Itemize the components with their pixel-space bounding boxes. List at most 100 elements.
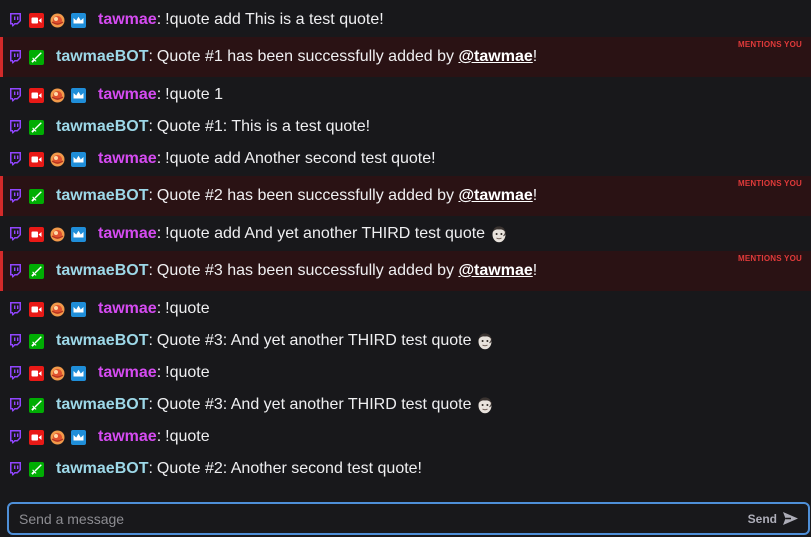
twitch-icon[interactable]	[8, 120, 23, 135]
username[interactable]: tawmaeBOT	[56, 118, 148, 136]
broadcaster-icon[interactable]	[29, 226, 44, 242]
username[interactable]: tawmae	[98, 86, 157, 104]
message-text: !quote add Another second test quote!	[165, 150, 436, 167]
chat-message: tawmaeBOT: Quote #3: And yet another THIR…	[0, 325, 811, 357]
broadcaster-icon[interactable]	[29, 12, 44, 28]
mention-link[interactable]: @tawmae	[458, 262, 532, 280]
username[interactable]: tawmae	[98, 11, 157, 29]
twitch-icon[interactable]	[8, 88, 23, 103]
message-text: Quote #1 has been successfully added by	[156, 48, 459, 65]
twitch-icon[interactable]	[8, 13, 23, 28]
twitch-icon[interactable]	[8, 50, 23, 65]
crown-icon[interactable]	[71, 365, 86, 381]
badge-list	[8, 365, 92, 381]
username-colon: :	[156, 300, 162, 317]
moderator-sword-icon[interactable]	[29, 49, 44, 65]
badge-list	[8, 188, 50, 204]
crown-icon[interactable]	[71, 301, 86, 317]
crown-icon[interactable]	[71, 151, 86, 167]
mana-orb-icon[interactable]	[50, 227, 65, 242]
moderator-sword-icon[interactable]	[29, 188, 44, 204]
broadcaster-icon[interactable]	[29, 429, 44, 445]
badge-list	[8, 49, 50, 65]
twitch-icon[interactable]	[8, 462, 23, 477]
broadcaster-icon[interactable]	[29, 365, 44, 381]
message-text: Quote #3 has been successfully added by	[156, 262, 459, 279]
crown-icon[interactable]	[71, 226, 86, 242]
mention-link[interactable]: @tawmae	[458, 187, 532, 205]
chat-message: tawmae: !quote	[0, 421, 811, 453]
twitch-icon[interactable]	[8, 430, 23, 445]
moderator-sword-icon[interactable]	[29, 263, 44, 279]
chat-message: tawmae: !quote 1	[0, 79, 811, 111]
broadcaster-icon[interactable]	[29, 151, 44, 167]
face-emote-icon[interactable]	[491, 225, 507, 243]
crown-icon[interactable]	[71, 429, 86, 445]
username[interactable]: tawmae	[98, 300, 157, 318]
broadcaster-icon[interactable]	[29, 87, 44, 103]
face-emote-icon[interactable]	[477, 332, 493, 350]
moderator-sword-icon[interactable]	[29, 461, 44, 477]
message-text: Quote #3: And yet another THIRD test quo…	[156, 332, 472, 349]
username[interactable]: tawmae	[98, 225, 157, 243]
message-text: !quote add And yet another THIRD test qu…	[165, 225, 486, 242]
mana-orb-icon[interactable]	[50, 88, 65, 103]
username-colon: :	[148, 460, 153, 477]
message-text: !	[532, 187, 538, 204]
moderator-sword-icon[interactable]	[29, 397, 44, 413]
badge-list	[8, 461, 50, 477]
moderator-sword-icon[interactable]	[29, 333, 44, 349]
username-colon: :	[148, 396, 153, 413]
twitch-icon[interactable]	[8, 398, 23, 413]
badge-list	[8, 429, 92, 445]
badge-list	[8, 151, 92, 167]
username[interactable]: tawmaeBOT	[56, 187, 148, 205]
face-emote-icon[interactable]	[477, 396, 493, 414]
username[interactable]: tawmaeBOT	[56, 460, 148, 478]
message-input[interactable]	[9, 503, 748, 534]
chat-message-mention: tawmaeBOT: Quote #2 has been successfully…	[0, 176, 811, 216]
twitch-icon[interactable]	[8, 152, 23, 167]
badge-list	[8, 12, 92, 28]
message-composer: Send	[7, 502, 810, 535]
username-colon: :	[156, 11, 162, 28]
twitch-icon[interactable]	[8, 302, 23, 317]
username[interactable]: tawmae	[98, 364, 157, 382]
crown-icon[interactable]	[71, 12, 86, 28]
mana-orb-icon[interactable]	[50, 430, 65, 445]
twitch-icon[interactable]	[8, 189, 23, 204]
chat-message: tawmae: !quote add This is a test quote!	[0, 4, 811, 36]
chat-message: tawmae: !quote add And yet another THIRD …	[0, 218, 811, 250]
username[interactable]: tawmae	[98, 428, 157, 446]
username-colon: :	[148, 332, 153, 349]
message-text: !quote 1	[165, 86, 223, 103]
crown-icon[interactable]	[71, 87, 86, 103]
chat-message: tawmae: !quote	[0, 293, 811, 325]
mana-orb-icon[interactable]	[50, 152, 65, 167]
mana-orb-icon[interactable]	[50, 302, 65, 317]
username-colon: :	[156, 86, 162, 103]
twitch-icon[interactable]	[8, 366, 23, 381]
twitch-icon[interactable]	[8, 264, 23, 279]
mentions-you-tag: MENTIONS YOU	[737, 179, 802, 188]
username-colon: :	[148, 187, 153, 204]
moderator-sword-icon[interactable]	[29, 119, 44, 135]
mana-orb-icon[interactable]	[50, 366, 65, 381]
username[interactable]: tawmaeBOT	[56, 48, 148, 66]
username[interactable]: tawmaeBOT	[56, 396, 148, 414]
message-text: !	[532, 48, 538, 65]
username[interactable]: tawmae	[98, 150, 157, 168]
message-text: Quote #2: Another second test quote!	[156, 460, 422, 477]
chat-message: tawmaeBOT: Quote #1: This is a test quote…	[0, 111, 811, 143]
twitch-icon[interactable]	[8, 334, 23, 349]
username[interactable]: tawmaeBOT	[56, 332, 148, 350]
mana-orb-icon[interactable]	[50, 13, 65, 28]
username[interactable]: tawmaeBOT	[56, 262, 148, 280]
mention-link[interactable]: @tawmae	[458, 48, 532, 66]
chat-message: tawmae: !quote	[0, 357, 811, 389]
twitch-icon[interactable]	[8, 227, 23, 242]
broadcaster-icon[interactable]	[29, 301, 44, 317]
chat-message: tawmaeBOT: Quote #3: And yet another THIR…	[0, 389, 811, 421]
send-button[interactable]: Send	[748, 512, 798, 526]
message-text: Quote #3: And yet another THIRD test quo…	[156, 396, 472, 413]
